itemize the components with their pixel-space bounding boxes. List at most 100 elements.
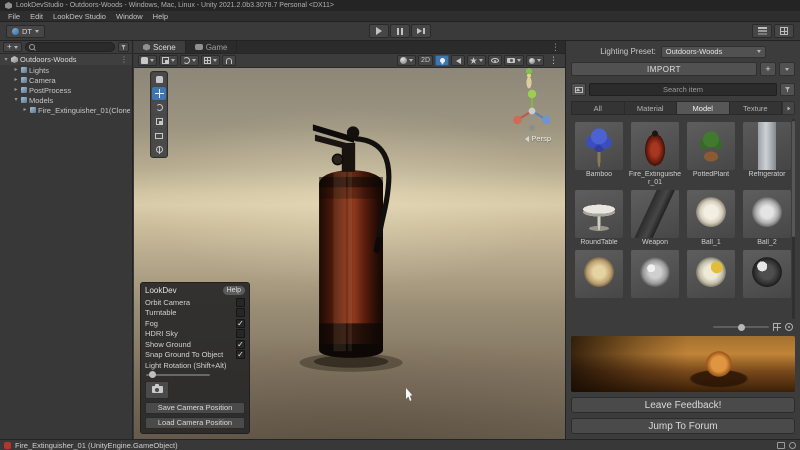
asset-item-bamboo[interactable]: Bamboo [571,119,627,187]
hierarchy-scene-root[interactable]: ▾ Outdoors-Woods ⋮ [0,54,132,65]
hierarchy-item-models[interactable]: ▾ Models [0,95,132,105]
pause-button[interactable] [390,24,410,38]
camera-settings-dropdown[interactable] [504,55,524,66]
asset-thumbnail[interactable] [631,250,679,298]
load-camera-position-button[interactable]: Load Camera Position [145,416,245,429]
light-rotation-slider[interactable] [146,371,210,378]
draw-mode-dropdown[interactable] [397,55,417,66]
asset-thumbnail[interactable] [575,250,623,298]
console-icon[interactable] [777,441,785,449]
roundtable-thumbnail[interactable] [575,190,623,238]
tab-overflow-menu[interactable]: ⋮ [546,41,565,53]
ball-1-thumbnail[interactable] [687,190,735,238]
snap-toggle-button[interactable] [222,55,236,66]
tab-game[interactable]: Game [185,41,238,53]
help-button[interactable]: Help [222,286,245,295]
jump-to-forum-button[interactable]: Jump To Forum [571,418,795,434]
tab-all[interactable]: All [571,101,624,115]
asset-search-input[interactable]: Search item [589,83,777,96]
lookdev-checkbox[interactable]: ✓ [236,339,245,349]
grid-view-icon[interactable] [773,323,781,331]
asset-item-refrigerator[interactable]: Refrigerator [739,119,795,187]
refrigerator-thumbnail[interactable] [743,122,791,170]
hierarchy-search-input[interactable] [24,42,115,52]
pottedplant-thumbnail[interactable] [687,122,735,170]
expand-arrow-icon[interactable]: ▸ [22,107,28,113]
expand-arrow-icon[interactable]: ▸ [13,87,19,93]
tab-model[interactable]: Model [676,101,729,115]
rotate-tool-button[interactable] [152,101,166,114]
pivot-mode-dropdown[interactable] [159,55,178,66]
menu-item-lookdev-studio[interactable]: LookDev Studio [48,11,111,21]
asset-item-roundtable[interactable]: RoundTable [571,187,627,247]
hierarchy-item-postprocess[interactable]: ▸ PostProcess [0,85,132,95]
pivot-rotation-dropdown[interactable] [180,55,199,66]
play-button[interactable] [369,24,389,38]
ball-2-thumbnail[interactable] [743,190,791,238]
account-dropdown[interactable]: DT [6,24,45,38]
menu-item-edit[interactable]: Edit [25,11,48,21]
asset-item-ball-2[interactable]: Ball_2 [739,187,795,247]
grid-visibility-dropdown[interactable] [201,55,220,66]
gizmos-dropdown[interactable] [526,55,544,66]
leave-feedback-button[interactable]: Leave Feedback! [571,397,795,413]
asset-thumbnail[interactable] [743,250,791,298]
scene-viewport[interactable]: Persp LookDev Help Orbit Camera Turntable… [134,68,565,439]
lookdev-checkbox[interactable]: ✓ [236,318,245,328]
slider-knob[interactable] [149,371,156,378]
tab-material[interactable]: Material [623,101,676,115]
projection-mode-label[interactable]: Persp [525,134,551,143]
asset-thumbnail[interactable] [687,250,735,298]
asset-item-thumb-9[interactable] [627,247,683,299]
menu-item-help[interactable]: Help [148,11,173,21]
import-button[interactable]: IMPORT [571,62,757,76]
expand-arrow-icon[interactable]: ▾ [3,57,9,63]
expand-arrow-icon[interactable]: ▸ [13,67,19,73]
expand-arrow-icon[interactable]: ▸ [13,77,19,83]
hidden-objects-button[interactable] [488,55,502,66]
scene-overflow-menu[interactable]: ⋮ [546,55,561,66]
layout-dropdown[interactable] [774,24,794,38]
tab-scene[interactable]: Scene [134,41,186,53]
asset-item-thumb-10[interactable] [683,247,739,299]
screenshot-button[interactable] [145,380,169,399]
import-options-dropdown[interactable] [779,62,795,76]
fire-extinguisher-01-thumbnail[interactable] [631,122,679,170]
lookdev-checkbox[interactable]: ✓ [236,350,245,360]
lighting-preset-dropdown[interactable]: Outdoors-Woods [660,45,766,58]
promo-banner[interactable] [571,336,795,392]
transform-tool-button[interactable] [152,143,166,156]
lookdev-checkbox[interactable] [236,308,245,318]
slider-knob[interactable] [738,323,746,331]
hand-tool-dropdown[interactable] [138,55,157,66]
asset-filter-button[interactable] [780,83,795,96]
menu-item-window[interactable]: Window [111,11,148,21]
bamboo-thumbnail[interactable] [575,122,623,170]
asset-item-pottedplant[interactable]: PottedPlant [683,119,739,187]
step-button[interactable] [411,24,431,38]
overflow-menu-icon[interactable]: ⋮ [118,55,130,64]
hierarchy-item-lights[interactable]: ▸ Lights [0,65,132,75]
status-message[interactable]: Fire_Extinguisher_01 (UnityEngine.GameOb… [15,441,178,450]
scale-tool-button[interactable] [152,115,166,128]
hierarchy-item-camera[interactable]: ▸ Camera [0,75,132,85]
asset-view-toggle-button[interactable] [571,83,586,96]
hierarchy-filter-button[interactable] [118,42,129,52]
move-tool-button[interactable] [152,87,166,100]
save-camera-position-button[interactable]: Save Camera Position [145,401,245,414]
lookdev-checkbox[interactable] [236,329,245,339]
rect-tool-button[interactable] [152,129,166,142]
2d-toggle-button[interactable]: 2D [418,55,433,66]
tab-texture[interactable]: Texture [728,101,782,115]
lighting-toggle-button[interactable] [435,55,449,66]
asset-item-ball-1[interactable]: Ball_1 [683,187,739,247]
orientation-gizmo[interactable] [509,88,555,134]
view-tool-button[interactable] [152,73,166,86]
asset-item-thumb-11[interactable] [739,247,795,299]
effects-dropdown[interactable] [467,55,486,66]
hierarchy-item-fire-extinguisher-01-clone[interactable]: ▸ Fire_Extinguisher_01(Clone) [0,105,132,115]
import-add-button[interactable]: + [760,62,776,76]
menu-item-file[interactable]: File [3,11,25,21]
tab-scroll-button[interactable] [782,101,795,115]
create-object-button[interactable]: + [3,42,22,52]
